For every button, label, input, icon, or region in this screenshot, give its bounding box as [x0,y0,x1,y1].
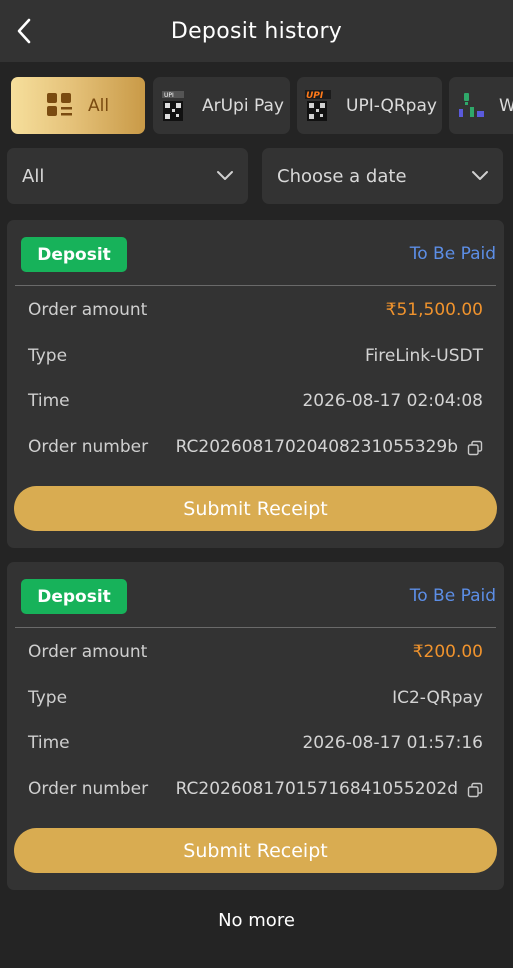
deposit-badge: Deposit [21,237,127,272]
time-value: 2026-08-17 01:57:16 [302,733,483,753]
deposit-record-card: Deposit To Be Paid Order amount ₹51,500.… [7,220,504,548]
usdt-coin-icon [459,93,484,117]
type-filter-select[interactable]: All [7,148,248,204]
upi-qr-icon: UPI [162,91,184,121]
no-more-label: No more [218,910,295,931]
payment-channel-tabs: All UPI ArUpi Pay UPI UPI-QRpay W [0,77,513,135]
submit-receipt-button[interactable]: Submit Receipt [14,828,497,873]
tab-upi-qrpay[interactable]: UPI UPI-QRpay [297,77,442,134]
order-amount-label: Order amount [28,642,148,662]
order-number-value: RC202608170157168410552​02d [175,779,458,799]
date-filter-value: Choose a date [277,165,407,187]
grid-list-icon [47,93,72,116]
divider [15,285,496,286]
order-number-value: RC2026081702040823105532​9b [175,437,458,457]
time-label: Time [28,733,70,753]
type-value: FireLink-USDT [365,346,483,366]
copy-icon[interactable] [467,440,483,456]
order-amount-value: ₹51,500.00 [385,300,483,320]
submit-receipt-button[interactable]: Submit Receipt [14,486,497,531]
chevron-down-icon [472,171,488,180]
order-amount-label: Order amount [28,300,148,320]
svg-text:UPI: UPI [306,91,324,101]
type-value: IC2-QRpay [392,688,483,708]
time-value: 2026-08-17 02:04:08 [302,391,483,411]
chevron-left-icon [17,18,31,44]
copy-icon[interactable] [467,782,483,798]
tab-label: ArUpi Pay [202,95,284,116]
chevron-down-icon [217,171,233,180]
date-filter-select[interactable]: Choose a date [262,148,503,204]
type-filter-value: All [22,165,45,187]
back-button[interactable] [10,15,38,47]
top-bar: Deposit history [0,0,513,62]
order-amount-value: ₹200.00 [412,642,483,662]
deposit-badge: Deposit [21,579,127,614]
order-number-label: Order number [28,437,149,457]
divider [15,627,496,628]
svg-text:UPI: UPI [164,92,174,99]
type-label: Type [28,688,68,708]
page-title: Deposit history [170,18,343,44]
type-label: Type [28,346,68,366]
tab-label: All [88,95,110,116]
tab-all[interactable]: All [11,77,145,134]
tab-label: UPI-QRpay [346,95,437,116]
time-label: Time [28,391,70,411]
status-label: To Be Paid [409,244,496,264]
tab-usdt[interactable]: W [449,77,513,134]
order-number-label: Order number [28,779,149,799]
upi-qr-icon: UPI [305,90,331,121]
deposit-record-card: Deposit To Be Paid Order amount ₹200.00 … [7,562,504,890]
status-label: To Be Paid [409,586,496,606]
tab-label: W [499,95,513,116]
tab-arupi-pay[interactable]: UPI ArUpi Pay [153,77,290,134]
